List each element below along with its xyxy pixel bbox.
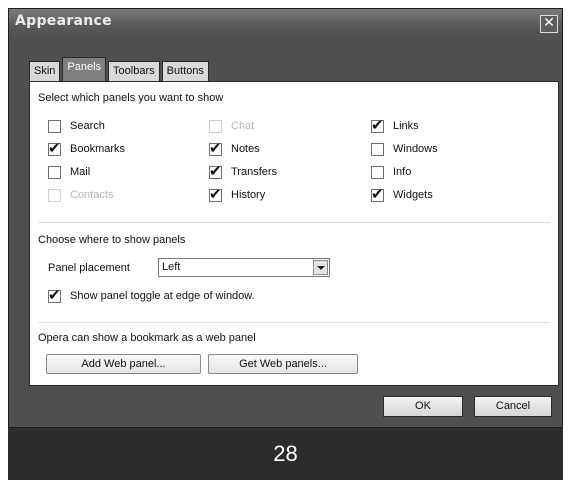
checkbox-box[interactable]: ✔ (209, 139, 222, 157)
checkbox-box[interactable]: ✔ (48, 286, 61, 304)
checkbox-label: Transfers (231, 166, 278, 178)
checkbox-label: Notes (231, 143, 260, 155)
chevron-down-icon[interactable] (313, 260, 328, 275)
add-web-panel-button[interactable]: Add Web panel... (46, 354, 201, 374)
panel-placement-value: Left (162, 261, 181, 273)
checkbox-box[interactable]: ✔ (371, 185, 384, 203)
ok-button[interactable]: OK (383, 396, 463, 417)
panel-placement-select[interactable]: Left (158, 258, 330, 277)
checkbox-label: History (231, 189, 266, 201)
check-icon: ✔ (48, 138, 61, 157)
checkbox-chat: Chat (209, 118, 254, 134)
checkbox-show-panel-toggle[interactable]: ✔ Show panel toggle at edge of window. (48, 286, 255, 304)
panels-tab-content: Select which panels you want to show Sea… (29, 81, 559, 386)
close-button[interactable]: ✕ (540, 15, 558, 33)
checkbox-box[interactable] (371, 165, 384, 179)
check-icon: ✔ (371, 115, 384, 134)
checkbox-box[interactable]: ✔ (209, 162, 222, 180)
tab-skin[interactable]: Skin (29, 61, 61, 82)
checkbox-box[interactable]: ✔ (209, 185, 222, 203)
checkbox-box[interactable]: ✔ (371, 116, 384, 134)
checkbox-info[interactable]: Info (371, 164, 411, 180)
checkbox-transfers[interactable]: ✔ Transfers (209, 162, 278, 180)
page-number: 28 (8, 428, 563, 480)
section-divider (38, 322, 550, 323)
title-bar: Appearance ✕ (9, 9, 562, 37)
checkbox-notes[interactable]: ✔ Notes (209, 139, 260, 157)
checkbox-label: Search (70, 120, 105, 132)
panel-placement-label: Panel placement (48, 262, 130, 274)
checkbox-search[interactable]: Search (48, 118, 105, 134)
checkbox-label: Show panel toggle at edge of window. (70, 290, 255, 302)
tab-toolbars[interactable]: Toolbars (108, 61, 160, 82)
panels-section-heading: Select which panels you want to show (38, 92, 224, 104)
check-icon: ✔ (48, 285, 61, 304)
check-icon: ✔ (209, 161, 222, 180)
tab-panels[interactable]: Panels (62, 57, 107, 82)
close-icon: ✕ (543, 15, 555, 31)
checkbox-bookmarks[interactable]: ✔ Bookmarks (48, 139, 126, 157)
screenshot-frame: Appearance ✕ Skin Panels Toolbars Button… (0, 0, 570, 484)
checkbox-links[interactable]: ✔ Links (371, 116, 419, 134)
checkbox-box (48, 188, 61, 202)
checkbox-label: Chat (231, 120, 255, 132)
checkbox-label: Contacts (70, 189, 114, 201)
checkbox-label: Links (393, 120, 419, 132)
web-panel-section-heading: Opera can show a bookmark as a web panel (38, 332, 256, 344)
tab-strip: Skin Panels Toolbars Buttons (29, 57, 209, 82)
window-title: Appearance (15, 13, 112, 29)
checkbox-label: Windows (393, 143, 438, 155)
checkbox-label: Mail (70, 166, 91, 178)
checkbox-label: Info (393, 166, 412, 178)
check-icon: ✔ (371, 184, 384, 203)
checkbox-label: Bookmarks (70, 143, 126, 155)
checkbox-box (209, 119, 222, 133)
check-icon: ✔ (209, 184, 222, 203)
check-icon: ✔ (209, 138, 222, 157)
placement-section-heading: Choose where to show panels (38, 234, 186, 246)
checkbox-history[interactable]: ✔ History (209, 185, 266, 203)
checkbox-label: Widgets (393, 189, 433, 201)
checkbox-mail[interactable]: Mail (48, 164, 90, 180)
cancel-button[interactable]: Cancel (474, 396, 552, 417)
checkbox-windows[interactable]: Windows (371, 141, 438, 157)
section-divider (38, 222, 550, 223)
checkbox-contacts: Contacts (48, 187, 113, 203)
checkbox-box[interactable] (48, 165, 61, 179)
get-web-panels-button[interactable]: Get Web panels... (208, 354, 358, 374)
checkbox-box[interactable] (371, 142, 384, 156)
checkbox-widgets[interactable]: ✔ Widgets (371, 185, 433, 203)
checkbox-box[interactable] (48, 119, 61, 133)
checkbox-box[interactable]: ✔ (48, 139, 61, 157)
appearance-dialog: Appearance ✕ Skin Panels Toolbars Button… (8, 8, 563, 428)
tab-buttons[interactable]: Buttons (161, 61, 209, 82)
